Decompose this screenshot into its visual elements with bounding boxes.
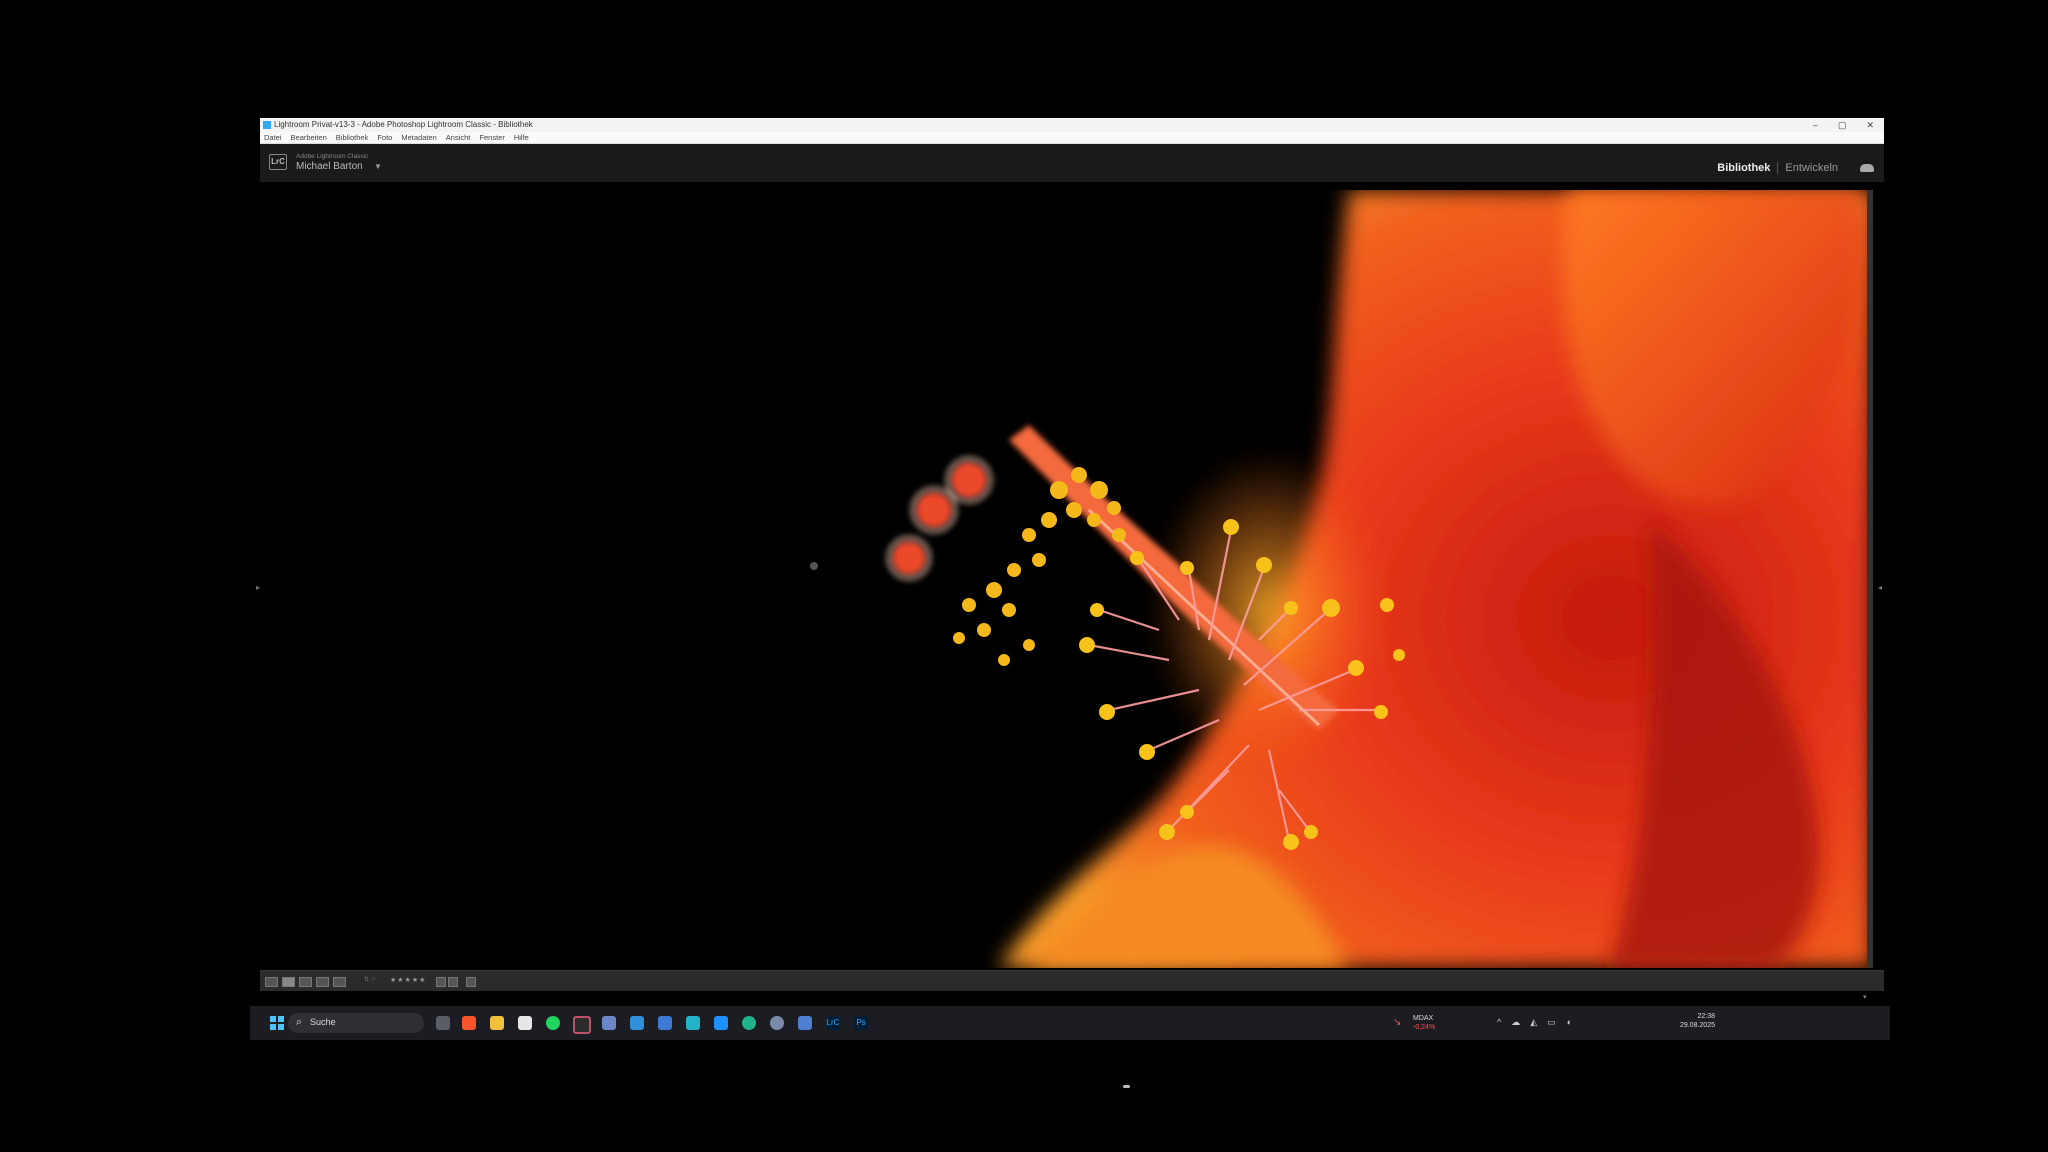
- identity-plate: LrC Adobe Lightroom Classic Michael Bart…: [260, 144, 1884, 182]
- start-icon[interactable]: [270, 1016, 284, 1030]
- hibiscus-photo: [810, 190, 1873, 968]
- brave-icon[interactable]: [462, 1016, 476, 1030]
- ticker-change: -0,24%: [1413, 1024, 1436, 1031]
- menu-bar: Datei Bearbeiten Bibliothek Foto Metadat…: [260, 132, 1884, 144]
- app-icon[interactable]: [602, 1016, 616, 1030]
- toolbar-options-icon[interactable]: [466, 977, 476, 987]
- onedrive-icon[interactable]: ☁: [1511, 1017, 1520, 1028]
- task-view-icon[interactable]: [436, 1016, 450, 1030]
- left-panel-toggle-icon[interactable]: ▸: [256, 583, 260, 592]
- library-toolbar: ⇅ ☆ ★★★★★ ▾: [260, 970, 1884, 1001]
- window-title-bar: Lightroom Privat-v13-3 - Adobe Photoshop…: [260, 118, 1884, 132]
- tray-chevron-icon[interactable]: ^: [1497, 1017, 1501, 1028]
- tray-icons: ^ ☁ ◭ ▭ ◖: [1497, 1017, 1571, 1028]
- network-icon[interactable]: ▭: [1547, 1017, 1556, 1028]
- lrc-logo: LrC: [269, 154, 287, 170]
- volume-icon[interactable]: ◖: [1566, 1017, 1571, 1028]
- menu-bearbeiten[interactable]: Bearbeiten: [291, 132, 327, 143]
- survey-view-icon[interactable]: [316, 977, 329, 987]
- remote-icon[interactable]: [658, 1016, 672, 1030]
- menu-fenster[interactable]: Fenster: [479, 132, 504, 143]
- user-dropdown-caret-icon[interactable]: ▼: [374, 162, 382, 171]
- windows-taskbar: ⌕ Suche LrC Ps ↘ MDAX -0,24% ^ ☁ ◭ ▭ ◖ 2…: [250, 1006, 1890, 1040]
- mail-icon[interactable]: [630, 1016, 644, 1030]
- compare-view-icon[interactable]: [299, 977, 312, 987]
- grid-view-icon[interactable]: [265, 977, 278, 987]
- star-rating[interactable]: ★★★★★: [390, 976, 426, 984]
- user-name[interactable]: Michael Barton: [296, 161, 363, 172]
- taskbar-search[interactable]: ⌕ Suche: [288, 1013, 424, 1033]
- monitor-screen: Lightroom Privat-v13-3 - Adobe Photoshop…: [250, 118, 1890, 1040]
- flag-filter[interactable]: ⇅ ☆: [364, 976, 376, 983]
- spotify-icon[interactable]: [546, 1016, 560, 1030]
- edge-icon[interactable]: [742, 1016, 756, 1030]
- stock-down-icon: ↘: [1393, 1017, 1402, 1028]
- right-panel-toggle-icon[interactable]: ◂: [1878, 583, 1882, 592]
- tiktok-icon[interactable]: [714, 1016, 728, 1030]
- terminal-icon[interactable]: [573, 1016, 591, 1034]
- ticker-symbol[interactable]: MDAX: [1413, 1015, 1433, 1022]
- vlc-icon[interactable]: ◭: [1530, 1017, 1537, 1028]
- rotate-right-icon[interactable]: [448, 977, 458, 987]
- system-tray: ↘ MDAX -0,24% ^ ☁ ◭ ▭ ◖ 22:38 29.08.2025: [1385, 1013, 1885, 1035]
- window-title: Lightroom Privat-v13-3 - Adobe Photoshop…: [274, 120, 533, 129]
- product-name: Adobe Lightroom Classic: [296, 153, 369, 160]
- search-placeholder: Suche: [310, 1017, 336, 1027]
- menu-hilfe[interactable]: Hilfe: [514, 132, 529, 143]
- lightroom-icon[interactable]: LrC: [826, 1016, 840, 1030]
- loupe-view-icon[interactable]: [282, 977, 295, 987]
- notes-icon[interactable]: [686, 1016, 700, 1030]
- minimize-button[interactable]: –: [1813, 118, 1818, 132]
- clock-time[interactable]: 22:38: [1675, 1013, 1715, 1020]
- maximize-button[interactable]: ▢: [1838, 118, 1847, 132]
- loupe-photo: [269, 190, 1873, 968]
- calendar-icon[interactable]: [518, 1016, 532, 1030]
- menu-bibliothek[interactable]: Bibliothek: [336, 132, 369, 143]
- rotate-left-icon[interactable]: [436, 977, 446, 987]
- photoshop-icon[interactable]: Ps: [854, 1016, 868, 1030]
- close-button[interactable]: ✕: [1866, 118, 1874, 132]
- photo-scrollbar[interactable]: [1867, 190, 1873, 968]
- folder-icon[interactable]: [490, 1016, 504, 1030]
- module-picker: Bibliothek Entwickeln: [1717, 162, 1838, 174]
- module-separator: [1777, 162, 1779, 174]
- menu-ansicht[interactable]: Ansicht: [446, 132, 471, 143]
- menu-datei[interactable]: Datei: [264, 132, 282, 143]
- chat-icon[interactable]: [798, 1016, 812, 1030]
- menu-foto[interactable]: Foto: [377, 132, 392, 143]
- filmstrip-toggle-icon[interactable]: ▾: [1863, 993, 1867, 1001]
- module-bibliothek[interactable]: Bibliothek: [1717, 162, 1770, 174]
- settings-icon[interactable]: [770, 1016, 784, 1030]
- search-icon: ⌕: [296, 1016, 303, 1028]
- cloud-sync-icon[interactable]: [1860, 164, 1874, 172]
- monitor-power-led: [1123, 1085, 1130, 1088]
- window-controls: – ▢ ✕: [1813, 118, 1874, 132]
- module-entwickeln[interactable]: Entwickeln: [1785, 162, 1838, 174]
- people-view-icon[interactable]: [333, 977, 346, 987]
- lightroom-app-icon: [263, 121, 271, 129]
- cursor-dot: [810, 562, 818, 570]
- clock-date[interactable]: 29.08.2025: [1661, 1022, 1715, 1029]
- menu-metadaten[interactable]: Metadaten: [401, 132, 436, 143]
